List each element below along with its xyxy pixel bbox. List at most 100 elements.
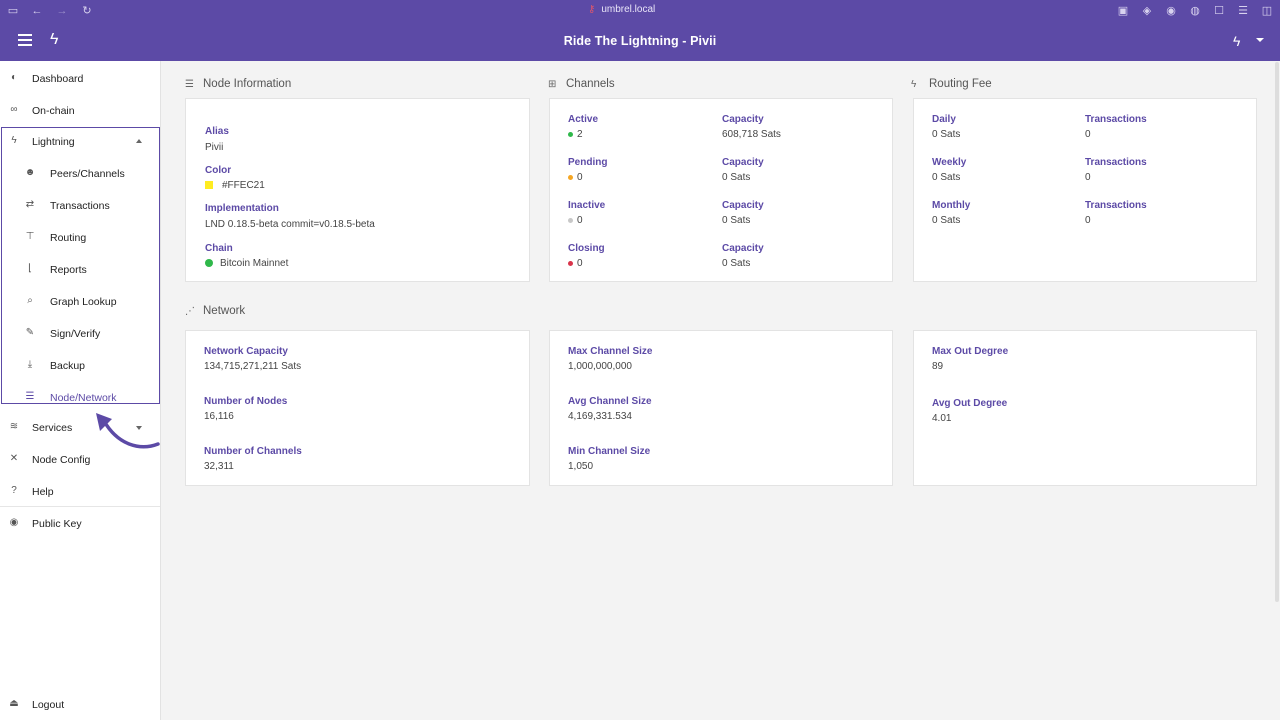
channel-state-label: Pending	[568, 157, 608, 168]
sidebar-divider	[0, 506, 160, 507]
logout-icon: ⏏	[9, 698, 19, 709]
sidebar-toggle-icon[interactable]: ▭	[6, 4, 20, 18]
status-dot	[205, 259, 213, 267]
sidebar-item-label: Graph Lookup	[50, 296, 117, 308]
network-stat-label: Number of Nodes	[204, 396, 288, 407]
reload-icon[interactable]: ↻	[80, 4, 94, 18]
network-stat-label: Min Channel Size	[568, 446, 651, 457]
channel-count: 0	[568, 172, 583, 183]
sidebar-item-peers-channels[interactable]: ☻ Peers/Channels	[0, 159, 160, 187]
network-stat-label: Max Channel Size	[568, 346, 653, 357]
section-title: Routing Fee	[929, 78, 992, 90]
sidebar-item-lightning[interactable]: ϟ Lightning	[0, 127, 160, 155]
split-view-icon[interactable]: ◫	[1260, 4, 1274, 18]
reader-icon[interactable]: ☰	[1236, 4, 1250, 18]
link-icon: ∞	[10, 104, 18, 115]
sidebar-item-label: Public Key	[32, 518, 82, 530]
sidebar-item-logout[interactable]: ⏏ Logout	[0, 690, 160, 718]
extension-icon[interactable]: ◍	[1188, 4, 1202, 18]
fee-value: 0 Sats	[932, 129, 961, 140]
sidebar-item-help[interactable]: ? Help	[0, 477, 160, 505]
account-icon[interactable]: ϟ	[1233, 33, 1240, 49]
bolt-icon: ϟ	[911, 79, 917, 90]
sidebar-item-label: Lightning	[32, 136, 75, 148]
network-stat-value: 134,715,271,211 Sats	[204, 361, 302, 372]
exchange-icon: ⇄	[25, 199, 35, 210]
network-stat-label: Max Out Degree	[932, 346, 1009, 357]
sidebar-item-label: Transactions	[50, 200, 110, 212]
users-icon: ☻	[24, 167, 36, 178]
network-stat-value: 32,311	[204, 461, 234, 472]
sidebar-item-label: Dashboard	[32, 73, 84, 85]
sidebar-item-label: Logout	[32, 699, 65, 711]
channel-state-label: Active	[568, 114, 599, 125]
sidebar-item-label: Help	[32, 486, 54, 498]
routing-fee-heading: ϟ Routing Fee	[911, 78, 992, 90]
forward-icon[interactable]: →	[55, 4, 69, 18]
sidebar-item-label: Reports	[50, 264, 87, 276]
channel-count: 2	[568, 129, 583, 140]
section-title: Node Information	[203, 78, 292, 90]
transactions-label: Transactions	[1085, 114, 1147, 125]
extension-icon[interactable]: ▣	[1116, 4, 1130, 18]
extension-icon[interactable]: ◉	[1164, 4, 1178, 18]
color-value: #FFEC21	[205, 180, 265, 191]
sidebar-item-label: Backup	[50, 360, 86, 372]
fee-value: 0 Sats	[932, 172, 961, 183]
status-dot	[568, 217, 573, 223]
network-icon: ⊞	[548, 79, 557, 90]
color-label: Color	[205, 165, 232, 176]
sidebar-item-reports[interactable]: ⌊ Reports	[0, 255, 160, 283]
sidebar-item-transactions[interactable]: ⇄ Transactions	[0, 191, 160, 219]
sidebar-item-dashboard[interactable]: ◐ Dashboard	[0, 64, 160, 92]
channel-count-value: 0	[577, 172, 583, 183]
sidebar: ◐ Dashboard ∞ On-chain ϟ Lightning ☻ Pee…	[0, 61, 161, 720]
capacity-value: 0 Sats	[722, 215, 751, 226]
app-bar: ϟ Ride The Lightning - Pivii ϟ	[0, 24, 1280, 60]
scrollbar[interactable]	[1275, 62, 1279, 602]
sidebar-item-node-config[interactable]: ✕ Node Config	[0, 445, 160, 473]
sidebar-item-node-network[interactable]: ☰ Node/Network	[0, 383, 160, 411]
channel-count: 0	[568, 258, 583, 269]
node-info-heading: ☰ Node Information	[185, 78, 291, 90]
address-bar[interactable]: ⚷ umbrel.local	[588, 4, 655, 15]
dashboard-icon: ◐	[10, 72, 18, 83]
chevron-down-icon[interactable]	[1256, 38, 1264, 42]
fee-period-label: Monthly	[932, 200, 971, 211]
top-bar: ▭ ← → ↻ ⚷ umbrel.local ▣ ◈ ◉ ◍ ☐ ☰ ◫ ϟ Ri…	[0, 0, 1280, 61]
sidebar-item-label: Node/Network	[50, 392, 117, 404]
sidebar-item-public-key[interactable]: ◉ Public Key	[0, 509, 160, 537]
network-stat-label: Avg Out Degree	[932, 398, 1008, 409]
capacity-label: Capacity	[722, 200, 764, 211]
server-icon: ☰	[25, 391, 35, 402]
network-stat-value: 4,169,331.534	[568, 411, 632, 422]
url-text: umbrel.local	[601, 4, 656, 15]
node-info-card: Alias Pivii Color #FFEC21 Implementation…	[185, 98, 530, 282]
network-card-out-degree: Max Out Degree 89 Avg Out Degree 4.01	[913, 330, 1257, 486]
transactions-value: 0	[1085, 172, 1091, 183]
sidebar-item-graph-lookup[interactable]: ⌕ Graph Lookup	[0, 287, 160, 315]
capacity-label: Capacity	[722, 243, 764, 254]
status-dot	[568, 260, 573, 266]
network-stat-label: Avg Channel Size	[568, 396, 652, 407]
network-stat-value: 16,116	[204, 411, 234, 422]
shield-icon[interactable]: ◈	[1140, 4, 1154, 18]
network-heading: ⋰ Network	[185, 305, 245, 317]
sidebar-item-services[interactable]: ≋ Services	[0, 413, 160, 441]
chat-icon[interactable]: ☐	[1212, 4, 1226, 18]
network-stat-value: 89	[932, 361, 944, 372]
section-title: Network	[203, 305, 246, 317]
back-icon[interactable]: ←	[30, 4, 44, 18]
chevron-up-icon	[136, 139, 142, 143]
sidebar-item-backup[interactable]: ⤓ Backup	[0, 351, 160, 379]
share-icon: ⋰	[185, 306, 195, 317]
channel-count: 0	[568, 215, 583, 226]
sidebar-item-label: Sign/Verify	[50, 328, 101, 340]
download-icon: ⤓	[27, 359, 33, 370]
routing-fee-card: Daily 0 Sats Transactions 0 Weekly 0 Sats Tran…	[913, 98, 1257, 282]
sidebar-item-routing[interactable]: ⊤ Routing	[0, 223, 160, 251]
sidebar-item-on-chain[interactable]: ∞ On-chain	[0, 96, 160, 124]
sidebar-item-sign-verify[interactable]: ✎ Sign/Verify	[0, 319, 160, 347]
fee-value: 0 Sats	[932, 215, 961, 226]
capacity-value: 0 Sats	[722, 258, 751, 269]
